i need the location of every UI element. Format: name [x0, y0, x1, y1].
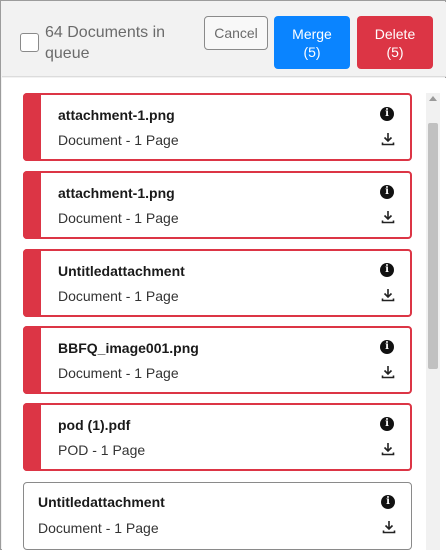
- document-card[interactable]: attachment-1.png Document - 1 Page i: [23, 171, 412, 239]
- document-meta: Document - 1 Page: [58, 365, 179, 381]
- document-card[interactable]: attachment-1.png Document - 1 Page i: [23, 93, 412, 161]
- document-name: attachment-1.png: [58, 185, 175, 201]
- document-meta: Document - 1 Page: [38, 520, 159, 536]
- document-name: attachment-1.png: [58, 107, 175, 123]
- download-icon[interactable]: [380, 209, 396, 225]
- download-icon[interactable]: [380, 287, 396, 303]
- document-card[interactable]: Untitledattachment Document - 1 Page i: [23, 249, 412, 317]
- delete-button-count: (5): [386, 43, 404, 60]
- info-icon[interactable]: i: [380, 107, 394, 121]
- merge-button-label: Merge: [292, 25, 332, 42]
- selected-indicator: [23, 171, 41, 239]
- document-card[interactable]: pod (1).pdf POD - 1 Page i: [23, 403, 412, 471]
- selected-indicator: [23, 93, 41, 161]
- cancel-button[interactable]: Cancel: [204, 16, 268, 50]
- document-name: Untitledattachment: [38, 494, 165, 510]
- delete-button-label: Delete: [374, 25, 416, 42]
- delete-button[interactable]: Delete (5): [357, 16, 433, 69]
- download-icon[interactable]: [380, 131, 396, 147]
- queue-header: 64 Documents in queue Cancel Merge (5) D…: [2, 2, 446, 77]
- document-meta: Document - 1 Page: [58, 132, 179, 148]
- cancel-button-label: Cancel: [214, 25, 258, 41]
- info-icon[interactable]: i: [380, 340, 394, 354]
- selected-indicator: [23, 326, 41, 394]
- merge-button-count: (5): [303, 43, 321, 60]
- scroll-up-arrow-icon[interactable]: [429, 96, 437, 101]
- document-name: BBFQ_image001.png: [58, 340, 199, 356]
- info-icon[interactable]: i: [381, 495, 395, 509]
- selected-indicator: [23, 249, 41, 317]
- document-name: Untitledattachment: [58, 263, 185, 279]
- download-icon[interactable]: [380, 441, 396, 457]
- merge-button[interactable]: Merge (5): [274, 16, 350, 69]
- document-list: attachment-1.png Document - 1 Page i att…: [2, 78, 446, 550]
- document-name: pod (1).pdf: [58, 417, 131, 433]
- info-icon[interactable]: i: [380, 417, 394, 431]
- document-card[interactable]: BBFQ_image001.png Document - 1 Page i: [23, 326, 412, 394]
- info-icon[interactable]: i: [380, 185, 394, 199]
- download-icon[interactable]: [380, 364, 396, 380]
- document-meta: POD - 1 Page: [58, 442, 146, 458]
- selected-indicator: [23, 403, 41, 471]
- document-card[interactable]: Untitledattachment Document - 1 Page i: [23, 482, 412, 550]
- document-meta: Document - 1 Page: [58, 210, 179, 226]
- info-icon[interactable]: i: [380, 263, 394, 277]
- select-all-checkbox[interactable]: [20, 33, 39, 52]
- queue-count-label: 64 Documents in queue: [45, 24, 166, 62]
- document-queue-panel: 64 Documents in queue Cancel Merge (5) D…: [0, 0, 446, 550]
- document-meta: Document - 1 Page: [58, 288, 179, 304]
- scrollbar-thumb[interactable]: [428, 123, 438, 369]
- download-icon[interactable]: [381, 519, 397, 535]
